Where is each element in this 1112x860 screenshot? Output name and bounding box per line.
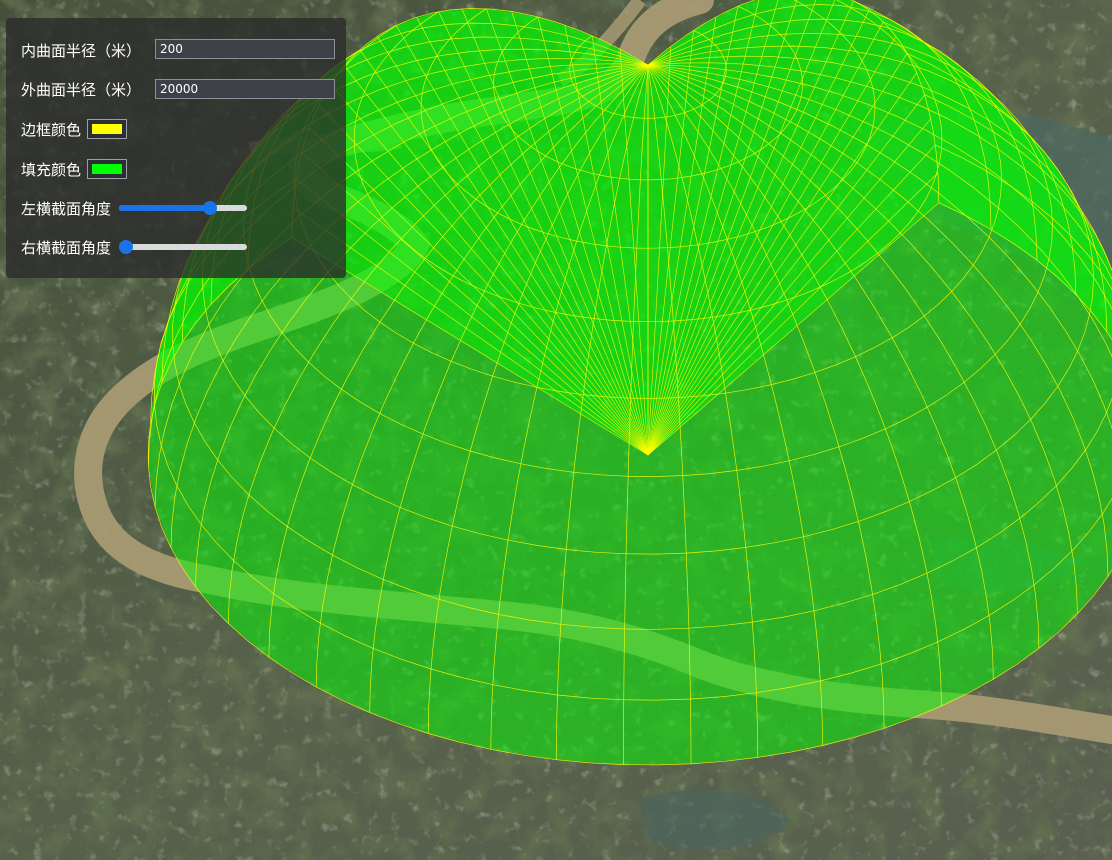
left-angle-slider[interactable] xyxy=(119,200,248,216)
right-angle-row: 右横截面角度 xyxy=(21,235,248,259)
border-color-swatch xyxy=(92,124,123,134)
fill-color-picker[interactable] xyxy=(87,159,128,179)
border-color-picker[interactable] xyxy=(87,119,128,139)
dome-patch xyxy=(682,470,746,554)
dome-patch xyxy=(756,680,823,758)
fill-color-swatch xyxy=(92,164,123,174)
right-angle-label: 右横截面角度 xyxy=(21,238,112,257)
dome-patch xyxy=(498,540,567,625)
dome-patch xyxy=(490,684,558,760)
dome-patch xyxy=(566,472,629,554)
outer-radius-row: 外曲面半径（米） xyxy=(21,77,141,101)
dome-patch xyxy=(492,614,561,695)
dome-patch xyxy=(690,692,758,764)
right-angle-slider[interactable] xyxy=(119,239,248,255)
dome-patch xyxy=(560,549,627,629)
dome-patch xyxy=(623,699,691,765)
border-color-label: 边框颜色 xyxy=(21,120,82,139)
dome-patch xyxy=(626,475,687,554)
inner-radius-row: 内曲面半径（米） xyxy=(21,38,141,62)
dome-patch xyxy=(745,536,814,623)
dome-patch xyxy=(557,624,625,700)
border-color-row: 边框颜色 xyxy=(21,117,128,141)
left-angle-label: 左横截面角度 xyxy=(21,199,112,218)
dome-patch xyxy=(688,622,757,700)
map-viewport[interactable]: 内曲面半径（米） 外曲面半径（米） 边框颜色 填充颜色 左横截面角度 xyxy=(0,0,1112,860)
left-angle-row: 左横截面角度 xyxy=(21,196,248,220)
slider-thumb[interactable] xyxy=(202,201,217,215)
outer-radius-label: 外曲面半径（米） xyxy=(21,80,142,99)
fill-color-row: 填充颜色 xyxy=(21,157,128,181)
dome-patch xyxy=(556,694,624,765)
slider-track xyxy=(119,244,248,250)
fill-color-label: 填充颜色 xyxy=(21,160,82,179)
inner-radius-input[interactable] xyxy=(155,39,335,59)
dome-patch xyxy=(624,553,689,629)
slider-fill xyxy=(119,205,210,211)
control-panel: 内曲面半径（米） 外曲面半径（米） 边框颜色 填充颜色 左横截面角度 xyxy=(6,18,346,278)
inner-radius-label: 内曲面半径（米） xyxy=(21,41,142,60)
dome-patch xyxy=(686,547,753,629)
slider-thumb[interactable] xyxy=(119,240,134,254)
dome-patch xyxy=(752,610,821,693)
dome-patch xyxy=(623,628,691,700)
outer-radius-input[interactable] xyxy=(155,79,335,99)
